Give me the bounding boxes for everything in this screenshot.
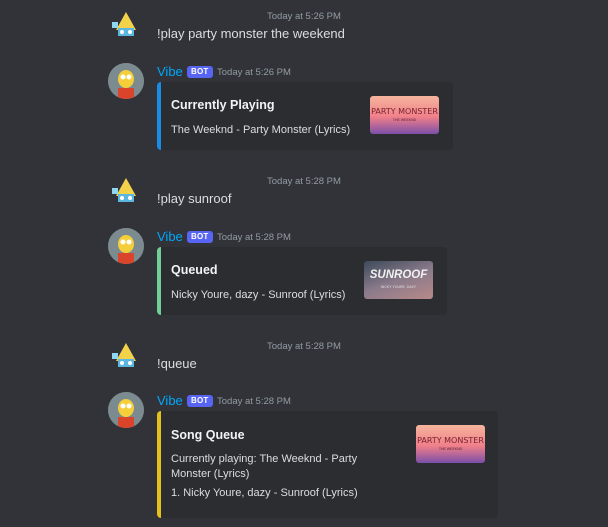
- album-thumbnail[interactable]: PARTY MONSTER THE WEEKND: [416, 425, 485, 463]
- bot-badge: BOT: [187, 395, 213, 407]
- thumbnail-title: PARTY MONSTER: [417, 436, 484, 445]
- bot-avatar[interactable]: [108, 392, 144, 428]
- embed-title: Song Queue: [171, 428, 245, 442]
- embed-description-line: Currently playing: The Weeknd - Party: [171, 453, 358, 465]
- thumbnail-subtitle: THE WEEKND: [438, 447, 463, 451]
- bot-username[interactable]: Vibe: [157, 393, 183, 408]
- message-bot-3: Vibe BOT Today at 5:28 PM Song Queue Cur…: [0, 0, 608, 527]
- embed-description-line: 1. Nicky Youre, dazy - Sunroof (Lyrics): [171, 487, 358, 499]
- message-timestamp: Today at 5:28 PM: [217, 396, 291, 407]
- embed-song-queue: Song Queue Currently playing: The Weeknd…: [157, 411, 498, 518]
- embed-color-bar: [157, 411, 161, 518]
- embed-description-line: Monster (Lyrics): [171, 468, 250, 480]
